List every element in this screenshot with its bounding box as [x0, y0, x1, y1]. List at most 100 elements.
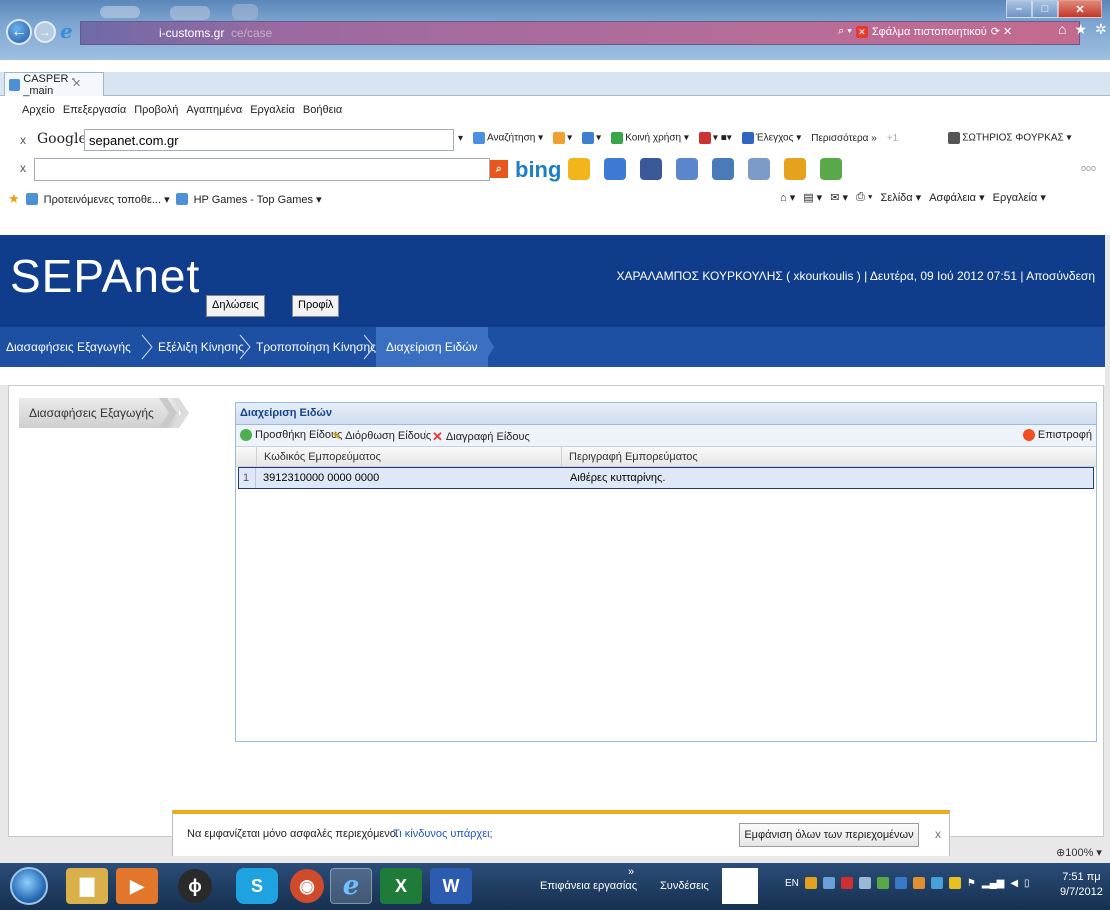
favorites-star-icon[interactable]: ★	[8, 191, 20, 207]
tray-icon[interactable]	[876, 877, 889, 889]
tab-close-icon[interactable]: ✕	[72, 77, 1090, 90]
mail-icon[interactable]: ✉ ▾	[830, 191, 848, 204]
menu-help[interactable]: Βοήθεια	[303, 104, 342, 116]
table-row[interactable]: 1 3912310000 0000 0000 Αιθέρες κυτταρίνη…	[238, 467, 1094, 489]
bluetooth-icon[interactable]	[894, 877, 907, 889]
taskbar-word-icon[interactable]: W	[430, 868, 472, 904]
column-header-code[interactable]: Κωδικός Εμπορεύματος	[264, 451, 381, 463]
command-tools[interactable]: Εργαλεία ▾	[993, 191, 1046, 204]
feeds-icon[interactable]: ▤ ▾	[803, 191, 822, 204]
address-bar[interactable]: i-customs.gr ce/case ⌕ ▾ ✕ Σφάλμα πιστοπ…	[80, 21, 1080, 45]
puzzle-icon[interactable]	[604, 158, 626, 180]
language-indicator[interactable]: EN	[785, 878, 799, 889]
block-button[interactable]: ▾ ■▾	[698, 132, 732, 144]
breadcrumb-movement-edit[interactable]: Τροποποίηση Κίνησης	[256, 327, 376, 367]
flag-icon[interactable]: ⚑	[967, 878, 976, 889]
taskbar-media-icon[interactable]: ▶	[116, 868, 158, 904]
signal-icon[interactable]: ▂▄▆	[982, 878, 1004, 889]
gear-icon[interactable]: ✲	[1095, 21, 1107, 38]
taskbar-ie-icon[interactable]: e	[330, 868, 372, 904]
video-icon[interactable]	[748, 158, 770, 180]
google-search-button[interactable]: Αναζήτηση ▾	[473, 132, 543, 144]
tool-icon-2[interactable]: ▾	[582, 132, 601, 144]
battery-icon[interactable]: ▯	[1024, 878, 1030, 889]
tray-icon[interactable]	[840, 877, 853, 889]
google-search-input[interactable]	[84, 129, 454, 151]
favorite-hp-games[interactable]: HP Games - Top Games ▾	[194, 193, 322, 206]
bing-search-button[interactable]: ⌕	[490, 160, 508, 178]
start-button[interactable]	[10, 867, 48, 905]
minimize-button[interactable]: –	[1006, 0, 1032, 18]
taskbar-skype-icon[interactable]: S	[236, 868, 278, 904]
dropdown-icon[interactable]: ▾	[458, 133, 463, 144]
declarations-button[interactable]: Δηλώσεις	[206, 295, 265, 317]
column-header-description[interactable]: Περιγραφή Εμπορεύματος	[569, 451, 698, 463]
taskbar-blank-tile[interactable]	[722, 868, 758, 904]
like-icon[interactable]	[676, 158, 698, 180]
account-button[interactable]: ΣΩΤΗΡΙΟΣ ΦΟΥΡΚΑΣ ▾	[948, 132, 1072, 144]
people-icon[interactable]	[820, 158, 842, 180]
facebook-icon[interactable]	[640, 158, 662, 180]
show-all-content-button[interactable]: Εμφάνιση όλων των περιεχομένων	[739, 823, 919, 847]
favorite-suggested-sites[interactable]: Προτεινόμενες τοποθε... ▾	[44, 193, 170, 206]
taskbar-chrome-icon[interactable]: ◉	[290, 869, 324, 903]
info-risk-link[interactable]: Τι κίνδυνος υπάρχει;	[393, 828, 493, 840]
favorites-star-icon[interactable]: ★	[1074, 21, 1087, 38]
bing-search-input[interactable]	[34, 158, 490, 181]
menu-edit[interactable]: Επεξεργασία	[63, 104, 126, 116]
back-to-list-button[interactable]: Επιστροφή	[1022, 429, 1092, 441]
add-item-button[interactable]: Προσθήκη Είδους	[240, 429, 342, 441]
breadcrumb-items-management[interactable]: Διαχείριση Ειδών	[376, 327, 488, 367]
refresh-icon[interactable]: ⟳ ✕	[991, 25, 1013, 38]
share-button[interactable]: Κοινή χρήση ▾	[611, 132, 689, 144]
forward-button[interactable]: →	[34, 21, 56, 43]
tray-icon[interactable]	[822, 877, 835, 889]
taskbar-clock[interactable]: 7:51 πμ 9/7/2012	[1060, 870, 1103, 900]
edit-item-button[interactable]: ✎ Διόρθωση Είδους	[332, 429, 431, 443]
breadcrumb-movement-progress[interactable]: Εξέλιξη Κίνησης	[158, 327, 244, 367]
system-tray: EN ⚑ ▂▄▆ ◀ ▯	[785, 877, 1030, 889]
cert-error-area[interactable]: ⌕ ▾ ✕ Σφάλμα πιστοποιητικού ⟳ ✕	[838, 25, 1012, 38]
tray-icon[interactable]	[858, 877, 871, 889]
tool-icon[interactable]: ▾	[553, 132, 572, 144]
menu-tools[interactable]: Εργαλεία	[250, 104, 295, 116]
maximize-button[interactable]: □	[1032, 0, 1058, 18]
close-window-button[interactable]: ✕	[1058, 0, 1102, 18]
chat-icon[interactable]	[712, 158, 734, 180]
check-button[interactable]: Έλεγχος ▾	[741, 132, 801, 144]
taskbar-connections-label[interactable]: Συνδέσεις	[660, 880, 709, 892]
command-page[interactable]: Σελίδα ▾	[881, 191, 922, 204]
home-icon[interactable]: ⌂ ▾	[780, 191, 795, 204]
close-bing-icon[interactable]: x	[20, 161, 26, 175]
taskbar-explorer-icon[interactable]: ▇	[66, 868, 108, 904]
command-safety[interactable]: Ασφάλεια ▾	[929, 191, 984, 204]
print-icon[interactable]: ⎙ ▾	[856, 191, 872, 204]
breadcrumb-export-declarations[interactable]: Διασαφήσεις Εξαγωγής	[6, 327, 131, 367]
taskbar-hp-icon[interactable]: ϕ	[178, 869, 212, 903]
taskbar-more-icon[interactable]: »	[628, 866, 634, 878]
weather-icon[interactable]	[568, 158, 590, 180]
taskbar-excel-icon[interactable]: X	[380, 868, 422, 904]
games-icon[interactable]	[784, 158, 806, 180]
delete-item-button[interactable]: ✕ Διαγραφή Είδους	[432, 429, 530, 445]
menu-file[interactable]: Αρχείο	[22, 104, 55, 116]
back-button[interactable]: ←	[6, 19, 32, 45]
volume-icon[interactable]: ◀	[1010, 878, 1018, 889]
tray-icon[interactable]	[804, 877, 817, 889]
side-menu-export-declarations[interactable]: Διασαφήσεις Εξαγωγής	[19, 398, 179, 428]
tray-icon[interactable]	[948, 877, 961, 889]
plus-one-button[interactable]: +1	[887, 133, 898, 144]
menu-favorites[interactable]: Αγαπημένα	[186, 104, 242, 116]
info-close-icon[interactable]: x	[935, 827, 941, 841]
profile-button[interactable]: Προφίλ	[292, 295, 340, 317]
tray-icon[interactable]	[912, 877, 925, 889]
home-icon[interactable]: ⌂	[1058, 21, 1066, 38]
bing-more[interactable]: ooo	[1081, 163, 1096, 173]
site-logo[interactable]: SEPAnet	[10, 249, 200, 303]
taskbar-desktop-label[interactable]: Επιφάνεια εργασίας	[540, 880, 637, 892]
zoom-level[interactable]: ⊕100% ▾	[1056, 846, 1102, 859]
close-toolbar-icon[interactable]: x	[20, 133, 26, 147]
menu-view[interactable]: Προβολή	[134, 104, 178, 116]
more-button[interactable]: Περισσότερα »	[811, 133, 877, 144]
tray-icon[interactable]	[930, 877, 943, 889]
